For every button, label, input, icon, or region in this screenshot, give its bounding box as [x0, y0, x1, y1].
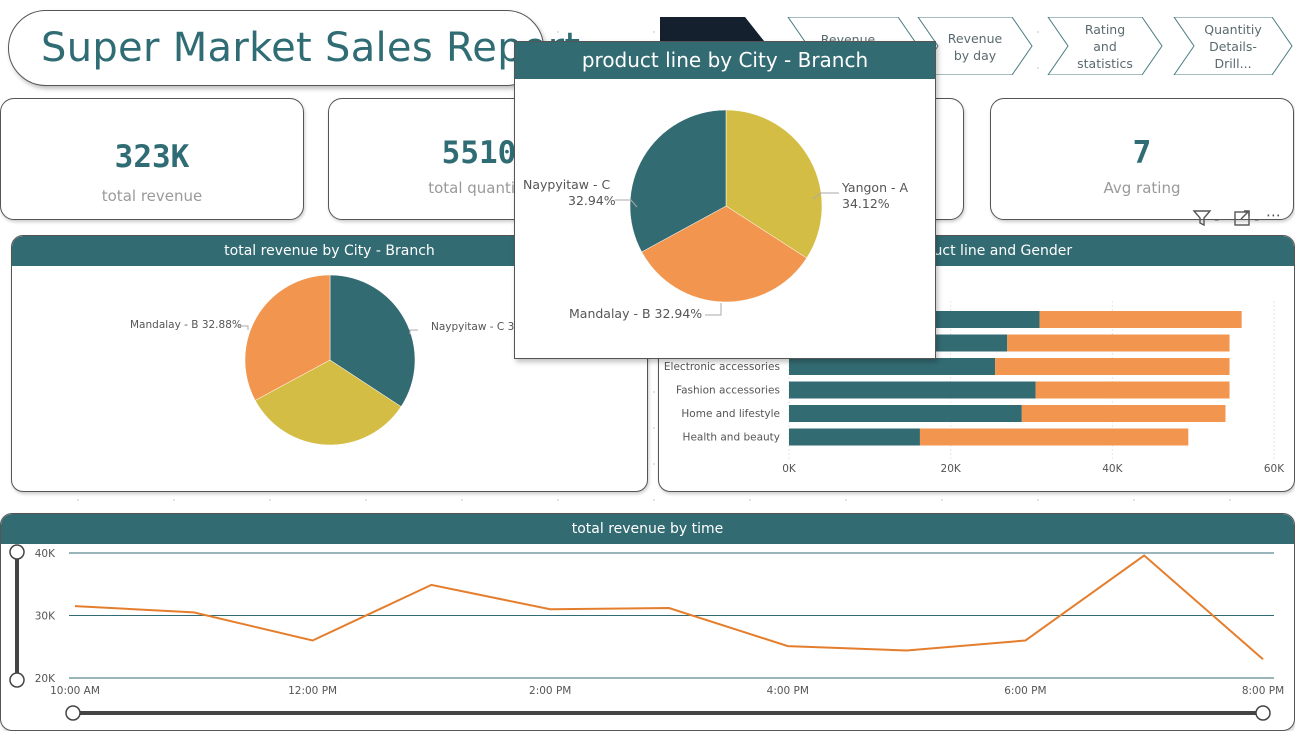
- bar-xtick-2: 40K: [1102, 463, 1123, 475]
- line-ytick-2: 40K: [35, 548, 56, 560]
- kpi-avg-rating-label: Avg rating: [1103, 179, 1181, 197]
- line-xtick-2: 2:00 PM: [529, 685, 571, 697]
- bar-teal-1: [789, 381, 1036, 399]
- line-xtick-3: 4:00 PM: [767, 685, 809, 697]
- x-range-slider-handle-left[interactable]: [65, 705, 81, 721]
- filter-icon[interactable]: [1192, 208, 1212, 232]
- bar-teal-2: [789, 405, 1022, 422]
- bar-orange-1: [1035, 381, 1230, 399]
- kpi-total-revenue-value: 323K: [114, 139, 190, 175]
- x-range-slider-handle-right[interactable]: [1255, 705, 1271, 721]
- popup-leader-mandalay: [705, 303, 722, 316]
- revenue-by-time-title: total revenue by time: [1, 514, 1294, 544]
- nav-item-rating-statistics[interactable]: Rating and statistics: [1068, 21, 1142, 72]
- y-range-slider-handle-bottom[interactable]: [9, 672, 25, 688]
- focus-mode-icon[interactable]: [1232, 208, 1252, 232]
- visual-header-icons: - - ⋯: [1192, 206, 1292, 232]
- product-line-city-pie[interactable]: Yangon - A34.12% Mandalay - B 32.94% Naypy…: [515, 79, 935, 358]
- bar-category-label-0: Electronic accessories: [664, 361, 780, 373]
- bar-hidden-orange-1: [1007, 334, 1230, 352]
- kpi-total-revenue-label: total revenue: [101, 187, 203, 205]
- line-xtick-1: 12:00 PM: [288, 685, 337, 697]
- nav-item-quantity-details[interactable]: Quantitiy Details- Drill...: [1194, 21, 1272, 72]
- line-xtick-5: 8:00 PM: [1242, 685, 1284, 697]
- popup-label-mandalay: Mandalay - B 32.94%: [569, 306, 702, 321]
- pie-label-2: Mandalay - B 32.88%: [130, 319, 242, 331]
- bar-orange-2: [1021, 405, 1226, 422]
- y-range-slider-handle-top[interactable]: [9, 544, 25, 560]
- bar-teal-0: [789, 358, 996, 375]
- nav-item-revenue-by-day[interactable]: Revenue by day: [938, 30, 1012, 64]
- bar-orange-0: [995, 358, 1230, 375]
- bar-category-label-3: Health and beauty: [683, 432, 780, 444]
- separator-icon: -: [1214, 210, 1220, 228]
- bar-category-label-2: Home and lifestyle: [681, 408, 780, 420]
- report-title: Super Market Sales Report: [41, 25, 581, 71]
- pie-label-0: Naypyitaw - C 34: [431, 321, 521, 333]
- revenue-by-time-line[interactable]: 20K 30K 40K 10:00 AM 12:00 PM 2:00 PM 4:00 PM 6…: [1, 544, 1294, 730]
- line-ytick-1: 30K: [35, 611, 56, 623]
- bar-xtick-3: 60K: [1264, 463, 1285, 475]
- bar-orange-3: [919, 428, 1189, 446]
- product-line-city-popup[interactable]: product line by City - Branch Yangon - A…: [514, 41, 936, 359]
- popup-pct-naypyitaw: 32.94%: [568, 193, 616, 208]
- report-title-card: Super Market Sales Report: [8, 10, 580, 86]
- popup-label-naypyitaw: Naypyitaw - C: [523, 177, 610, 192]
- more-options-icon[interactable]: ⋯: [1266, 206, 1282, 224]
- kpi-total-revenue-card[interactable]: 323K total revenue: [0, 98, 304, 220]
- bar-category-label-1: Fashion accessories: [676, 385, 780, 397]
- bar-xtick-0: 0K: [782, 463, 797, 475]
- separator-icon: -: [1254, 210, 1260, 228]
- popup-label-yangon: Yangon - A: [841, 180, 908, 195]
- line-ytick-0: 20K: [35, 673, 56, 685]
- popup-pct-yangon: 34.12%: [842, 196, 890, 211]
- bar-teal-3: [789, 428, 920, 446]
- revenue-by-time-visual[interactable]: total revenue by time 20K 30K 40K 10:00 AM 1…: [0, 513, 1295, 731]
- pie-leader-0: [409, 329, 418, 334]
- line-xtick-0: 10:00 AM: [50, 685, 100, 697]
- kpi-avg-rating-value: 7: [1132, 135, 1152, 171]
- revenue-series-line: [74, 554, 1264, 661]
- product-line-city-title: product line by City - Branch: [515, 42, 935, 79]
- bar-xtick-1: 20K: [941, 463, 962, 475]
- kpi-avg-rating-card[interactable]: 7 Avg rating: [990, 98, 1294, 220]
- bar-hidden-orange-0: [1039, 311, 1242, 328]
- line-xtick-4: 6:00 PM: [1004, 685, 1046, 697]
